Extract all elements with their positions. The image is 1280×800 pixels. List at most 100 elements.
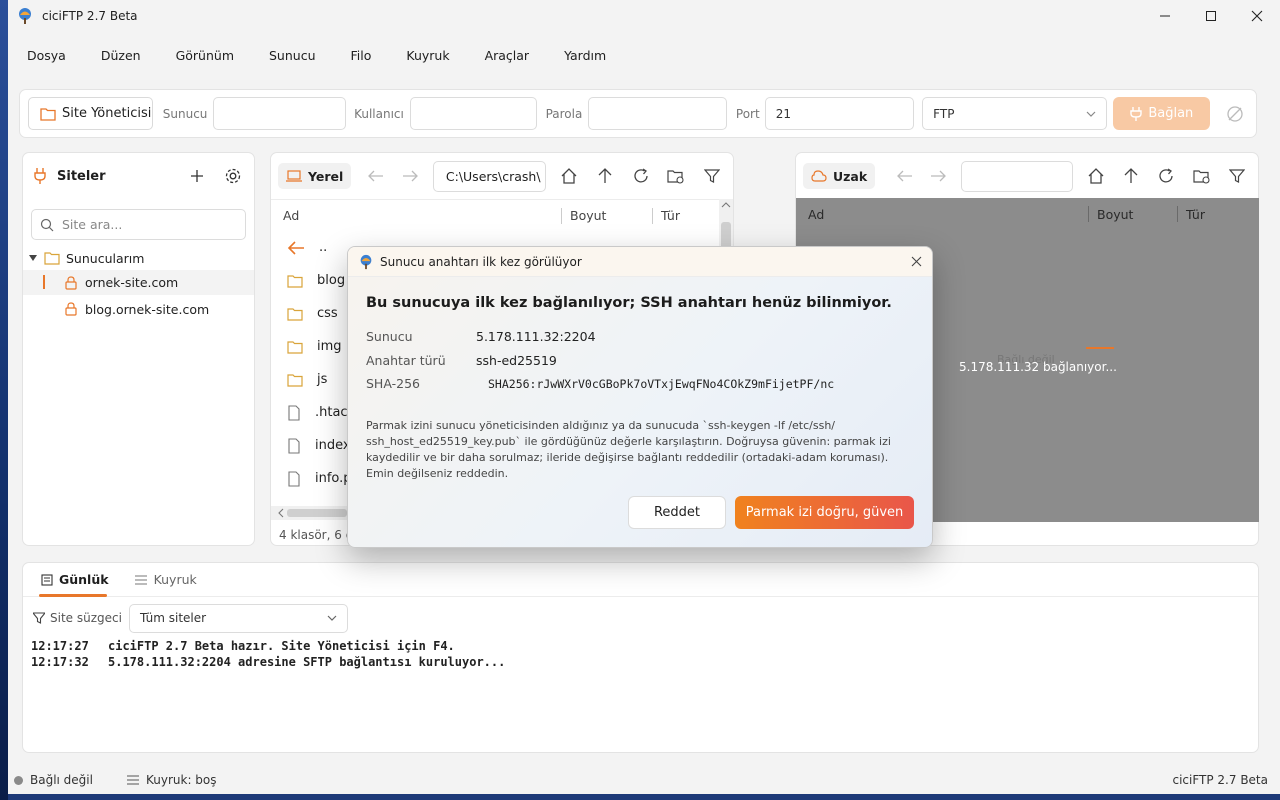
disconnect-button[interactable] (1222, 101, 1248, 127)
home-icon (1088, 168, 1104, 184)
plug-icon (34, 168, 46, 184)
remote-path-input[interactable] (961, 160, 1073, 192)
password-input[interactable] (588, 97, 727, 130)
menu-gorunum[interactable]: Görünüm (169, 44, 241, 68)
quick-connect-bar: Site Yöneticisi Sunucu Kullanıcı Parola … (19, 89, 1257, 138)
forward-button[interactable] (397, 163, 423, 189)
host-label: Sunucu (162, 106, 208, 121)
new-folder-button[interactable] (663, 163, 689, 189)
site-item-ornek-site[interactable]: ornek-site.com (23, 270, 254, 295)
back-button[interactable] (892, 163, 917, 189)
log-message: 5.178.111.32:2204 adresine SFTP bağlantı… (108, 655, 506, 669)
dialog-title: Sunucu anahtarı ilk kez görülüyor (380, 254, 582, 269)
close-button[interactable] (1234, 0, 1280, 32)
cloud-icon (811, 170, 827, 182)
home-button[interactable] (1083, 163, 1108, 189)
site-search-input[interactable]: Site ara... (31, 209, 246, 240)
column-size: Boyut (1097, 206, 1134, 222)
filter-button[interactable] (699, 163, 725, 189)
minimize-button[interactable] (1142, 0, 1188, 32)
menu-sunucu[interactable]: Sunucu (262, 44, 323, 68)
reject-button[interactable]: Reddet (628, 496, 726, 529)
new-folder-button[interactable] (1189, 163, 1214, 189)
close-icon (1251, 10, 1263, 22)
user-input[interactable] (409, 97, 537, 130)
log-line: 12:17:32 5.178.111.32:2204 adresine SFTP… (31, 655, 1258, 671)
refresh-icon (633, 168, 648, 183)
field-key-type: Anahtar türü ssh-ed25519 (366, 349, 914, 373)
dialog-heading: Bu sunucuya ilk kez bağlanılıyor; SSH an… (366, 295, 892, 311)
site-manager-button[interactable]: Site Yöneticisi (28, 97, 153, 130)
port-input[interactable]: 21 (764, 97, 915, 130)
connection-status-dot (14, 775, 23, 785)
local-tab[interactable]: Yerel (278, 163, 352, 189)
back-button[interactable] (363, 163, 389, 189)
up-button[interactable] (592, 163, 618, 189)
sites-header: Siteler (23, 153, 254, 199)
tab-queue[interactable]: Kuyruk (134, 572, 197, 587)
trust-fingerprint-button[interactable]: Parmak izi doğru, güven (735, 496, 914, 529)
field-host: Sunucu 5.178.111.32:2204 (366, 325, 914, 349)
folder-icon (287, 340, 303, 354)
filter-button[interactable] (1225, 163, 1250, 189)
file-name: css (317, 306, 338, 321)
remote-tab[interactable]: Uzak (803, 163, 876, 189)
refresh-button[interactable] (1154, 163, 1179, 189)
log-panel: Günlük Kuyruk Site süzgeci Tüm siteler 1… (22, 562, 1259, 753)
field-fingerprint-key: SHA-256 (366, 376, 420, 392)
menu-filo[interactable]: Filo (344, 44, 379, 68)
sites-title: Siteler (57, 168, 106, 184)
log-line: 12:17:27 ciciFTP 2.7 Beta hazır. Site Yö… (31, 639, 1258, 655)
file-name: js (317, 372, 328, 387)
field-key-type-value: ssh-ed25519 (476, 352, 557, 368)
menu-dosya[interactable]: Dosya (20, 44, 73, 68)
refresh-button[interactable] (628, 163, 654, 189)
site-item-blog[interactable]: blog.ornek-site.com (23, 295, 254, 323)
file-icon (288, 470, 300, 487)
selection-indicator (43, 275, 45, 289)
log-message: ciciFTP 2.7 Beta hazır. Site Yöneticisi … (108, 639, 455, 653)
tab-queue-label: Kuyruk (153, 572, 197, 587)
column-name[interactable]: Ad (271, 208, 561, 223)
field-host-key: Sunucu (366, 329, 413, 345)
arrow-up-icon (1124, 168, 1138, 183)
maximize-button[interactable] (1188, 0, 1234, 32)
dialog-close-button[interactable] (900, 247, 932, 277)
up-button[interactable] (1118, 163, 1143, 189)
column-size[interactable]: Boyut (570, 208, 652, 223)
connection-status: Bağlı değil (30, 773, 93, 787)
menu-duzen[interactable]: Düzen (94, 44, 148, 68)
scrollbar-thumb[interactable] (287, 509, 347, 517)
plug-icon (1130, 106, 1143, 121)
file-name: .. (319, 240, 328, 255)
column-separator (1177, 206, 1178, 222)
tab-log[interactable]: Günlük (39, 563, 109, 597)
site-filter-select[interactable]: Tüm siteler (128, 603, 348, 633)
field-fingerprint-value[interactable]: SHA256:rJwWXrV0cGBoPk7oVTxjEwqFNo4COkZ9m… (488, 377, 834, 391)
forward-button[interactable] (926, 163, 951, 189)
menu-araclar[interactable]: Araçlar (478, 44, 537, 68)
menu-kuyruk[interactable]: Kuyruk (399, 44, 456, 68)
column-type[interactable]: Tür (661, 208, 680, 223)
local-path-input[interactable]: C:\Users\crash\ (432, 160, 547, 192)
connect-button[interactable]: Bağlan (1113, 97, 1211, 130)
add-site-button[interactable] (184, 163, 210, 189)
host-input[interactable] (213, 97, 347, 130)
log-icon (41, 573, 53, 586)
tree-folder-sunucularim[interactable]: Sunucularım (23, 246, 254, 270)
gear-icon (225, 168, 241, 184)
file-icon (288, 404, 300, 421)
site-manager-label: Site Yöneticisi (62, 106, 152, 121)
dialog-note: Parmak izini sunucu yöneticisinden aldığ… (366, 418, 891, 480)
filter-icon (33, 612, 45, 624)
menu-yardim[interactable]: Yardım (557, 44, 613, 68)
queue-status: Kuyruk: boş (145, 773, 217, 787)
refresh-icon (1159, 168, 1174, 183)
site-search-placeholder: Site ara... (62, 217, 123, 232)
home-button[interactable] (556, 163, 582, 189)
column-name: Ad (808, 206, 825, 222)
file-name: blog (317, 273, 346, 288)
protocol-select[interactable]: FTP (922, 97, 1108, 130)
site-settings-button[interactable] (220, 163, 246, 189)
field-host-value: 5.178.111.32:2204 (476, 329, 596, 345)
